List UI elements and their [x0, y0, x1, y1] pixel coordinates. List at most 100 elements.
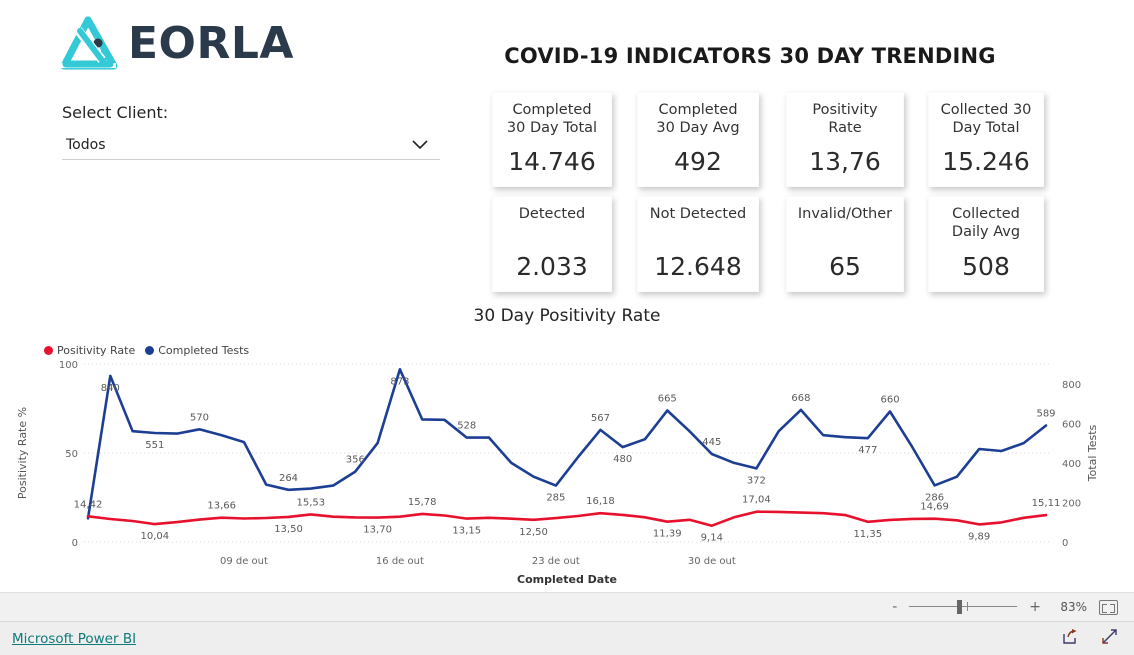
data-label-positivity-rate: 12,50 [519, 527, 548, 538]
zoom-slider[interactable] [909, 600, 1018, 614]
report-canvas: EORLA COVID-19 INDICATORS 30 DAY TRENDIN… [0, 0, 1134, 592]
kpi-value: 2.033 [516, 252, 588, 281]
footer-actions [1062, 628, 1118, 649]
slicer-selected-value: Todos [66, 136, 106, 153]
microsoft-power-bi-link[interactable]: Microsoft Power BI [12, 631, 136, 647]
eorla-logo: EORLA [58, 16, 294, 72]
kpi-value: 492 [674, 147, 722, 176]
kpi-value: 12.648 [654, 252, 742, 281]
share-icon[interactable] [1062, 628, 1079, 649]
kpi-title: Collected Daily Avg [951, 206, 1021, 240]
data-label-completed-tests: 264 [279, 473, 298, 484]
y2-axis-tick-label: 600 [1062, 419, 1081, 430]
y2-axis-tick-label: 800 [1062, 380, 1081, 391]
kpi-title: Detected [518, 206, 586, 222]
data-label-positivity-rate: 11,39 [653, 529, 682, 540]
kpi-value: 15.246 [942, 147, 1030, 176]
y-axis-title: Positivity Rate % [16, 407, 29, 499]
kpi-card[interactable]: Collected Daily Avg 508 [928, 196, 1044, 292]
data-label-completed-tests: 668 [791, 393, 810, 404]
data-label-completed-tests: 840 [101, 383, 120, 394]
data-label-completed-tests: 528 [457, 421, 476, 432]
data-label-positivity-rate: 15,11 [1032, 498, 1061, 509]
kpi-title: Collected 30 Day Total [940, 102, 1032, 136]
kpi-card[interactable]: Positivity Rate 13,76 [786, 92, 904, 187]
y-axis-tick-label: 50 [65, 449, 78, 460]
data-label-completed-tests: 570 [190, 412, 209, 423]
client-dropdown[interactable]: Todos [62, 130, 440, 160]
data-label-completed-tests: 477 [858, 445, 877, 456]
x-axis-tick-label: 16 de out [376, 556, 424, 567]
x-axis-tick-label: 09 de out [220, 556, 268, 567]
page-title: COVID-19 INDICATORS 30 DAY TRENDING [504, 44, 996, 68]
fullscreen-arrows-icon[interactable] [1101, 628, 1118, 649]
data-label-positivity-rate: 16,18 [586, 496, 615, 507]
kpi-value: 14.746 [508, 147, 596, 176]
data-label-positivity-rate: 11,35 [853, 529, 882, 540]
kpi-card[interactable]: Completed 30 Day Avg 492 [637, 92, 759, 187]
data-label-completed-tests: 445 [702, 437, 721, 448]
zoom-slider-thumb[interactable] [957, 600, 963, 614]
y2-axis-tick-label: 400 [1062, 459, 1081, 470]
series-line-completed-tests[interactable] [86, 368, 1048, 520]
kpi-value: 65 [829, 252, 861, 281]
x-axis-title: Completed Date [517, 573, 617, 586]
legend-dot-completed-tests [145, 346, 155, 355]
brand-wordmark: EORLA [128, 18, 294, 69]
data-label-positivity-rate: 13,66 [207, 501, 236, 512]
status-bar: - + 83% [0, 592, 1134, 622]
y2-axis-tick-label: 200 [1062, 498, 1081, 509]
zoom-percent-label: 83% [1060, 600, 1087, 614]
data-label-completed-tests: 480 [613, 454, 632, 465]
data-label-completed-tests: 589 [1036, 409, 1055, 420]
kpi-title: Completed 30 Day Total [506, 102, 598, 136]
kpi-card[interactable]: Detected 2.033 [492, 196, 612, 292]
kpi-title: Positivity Rate [812, 102, 878, 136]
data-label-positivity-rate: 15,53 [296, 497, 325, 508]
y2-axis-tick-label: 0 [1062, 538, 1068, 549]
fit-to-page-icon[interactable] [1099, 599, 1118, 615]
y2-axis-title: Total Tests [1086, 424, 1099, 482]
data-label-positivity-rate: 13,15 [452, 526, 481, 537]
legend-dot-positivity-rate [44, 346, 53, 355]
client-slicer: Select Client: Todos [62, 103, 440, 160]
y-axis-tick-label: 0 [72, 538, 78, 549]
flask-triangle-logo-icon [58, 16, 120, 72]
data-label-completed-tests: 660 [880, 394, 899, 405]
y-axis-tick-label: 100 [59, 360, 78, 371]
data-label-positivity-rate: 14,69 [920, 502, 949, 513]
data-label-positivity-rate: 17,04 [742, 495, 771, 506]
kpi-card[interactable]: Completed 30 Day Total 14.746 [492, 92, 612, 187]
data-label-completed-tests: 567 [591, 413, 610, 424]
chart-plot-area[interactable]: 0 50 100 0 200 400 600 800 Positivity Rate % Tota… [0, 356, 1134, 586]
kpi-card[interactable]: Invalid/Other 65 [786, 196, 904, 292]
zoom-in-button[interactable]: + [1029, 600, 1041, 614]
kpi-title: Not Detected [649, 206, 747, 222]
data-label-positivity-rate: 13,70 [363, 525, 392, 536]
kpi-title: Invalid/Other [797, 206, 893, 222]
data-label-positivity-rate: 15,78 [408, 497, 437, 508]
kpi-card[interactable]: Collected 30 Day Total 15.246 [928, 92, 1044, 187]
data-label-positivity-rate: 9,89 [968, 531, 990, 542]
kpi-value: 508 [962, 252, 1010, 281]
kpi-card[interactable]: Not Detected 12.648 [637, 196, 759, 292]
data-label-positivity-rate: 9,14 [701, 533, 723, 544]
zoom-slider-track [909, 606, 1018, 607]
zoom-out-button[interactable]: - [892, 600, 897, 614]
chevron-down-icon [408, 136, 432, 158]
data-label-completed-tests: 665 [658, 393, 677, 404]
data-label-completed-tests: 285 [546, 493, 565, 504]
chart-title: 30 Day Positivity Rate [473, 306, 661, 326]
data-label-completed-tests: 551 [145, 440, 164, 451]
data-label-positivity-rate: 14,42 [74, 499, 103, 510]
kpi-title: Completed 30 Day Avg [656, 102, 740, 136]
series-line-positivity-rate[interactable] [86, 510, 1048, 527]
data-label-completed-tests: 372 [747, 475, 766, 486]
kpi-value: 13,76 [809, 147, 881, 176]
chart-svg: 0 50 100 0 200 400 600 800 Positivity Rate % Tota… [16, 360, 1099, 586]
zoom-slider-tick [967, 602, 969, 611]
data-label-positivity-rate: 10,04 [141, 531, 170, 542]
x-axis-tick-label: 30 de out [688, 556, 736, 567]
slicer-label: Select Client: [62, 103, 169, 122]
data-label-completed-tests: 356 [346, 455, 365, 466]
